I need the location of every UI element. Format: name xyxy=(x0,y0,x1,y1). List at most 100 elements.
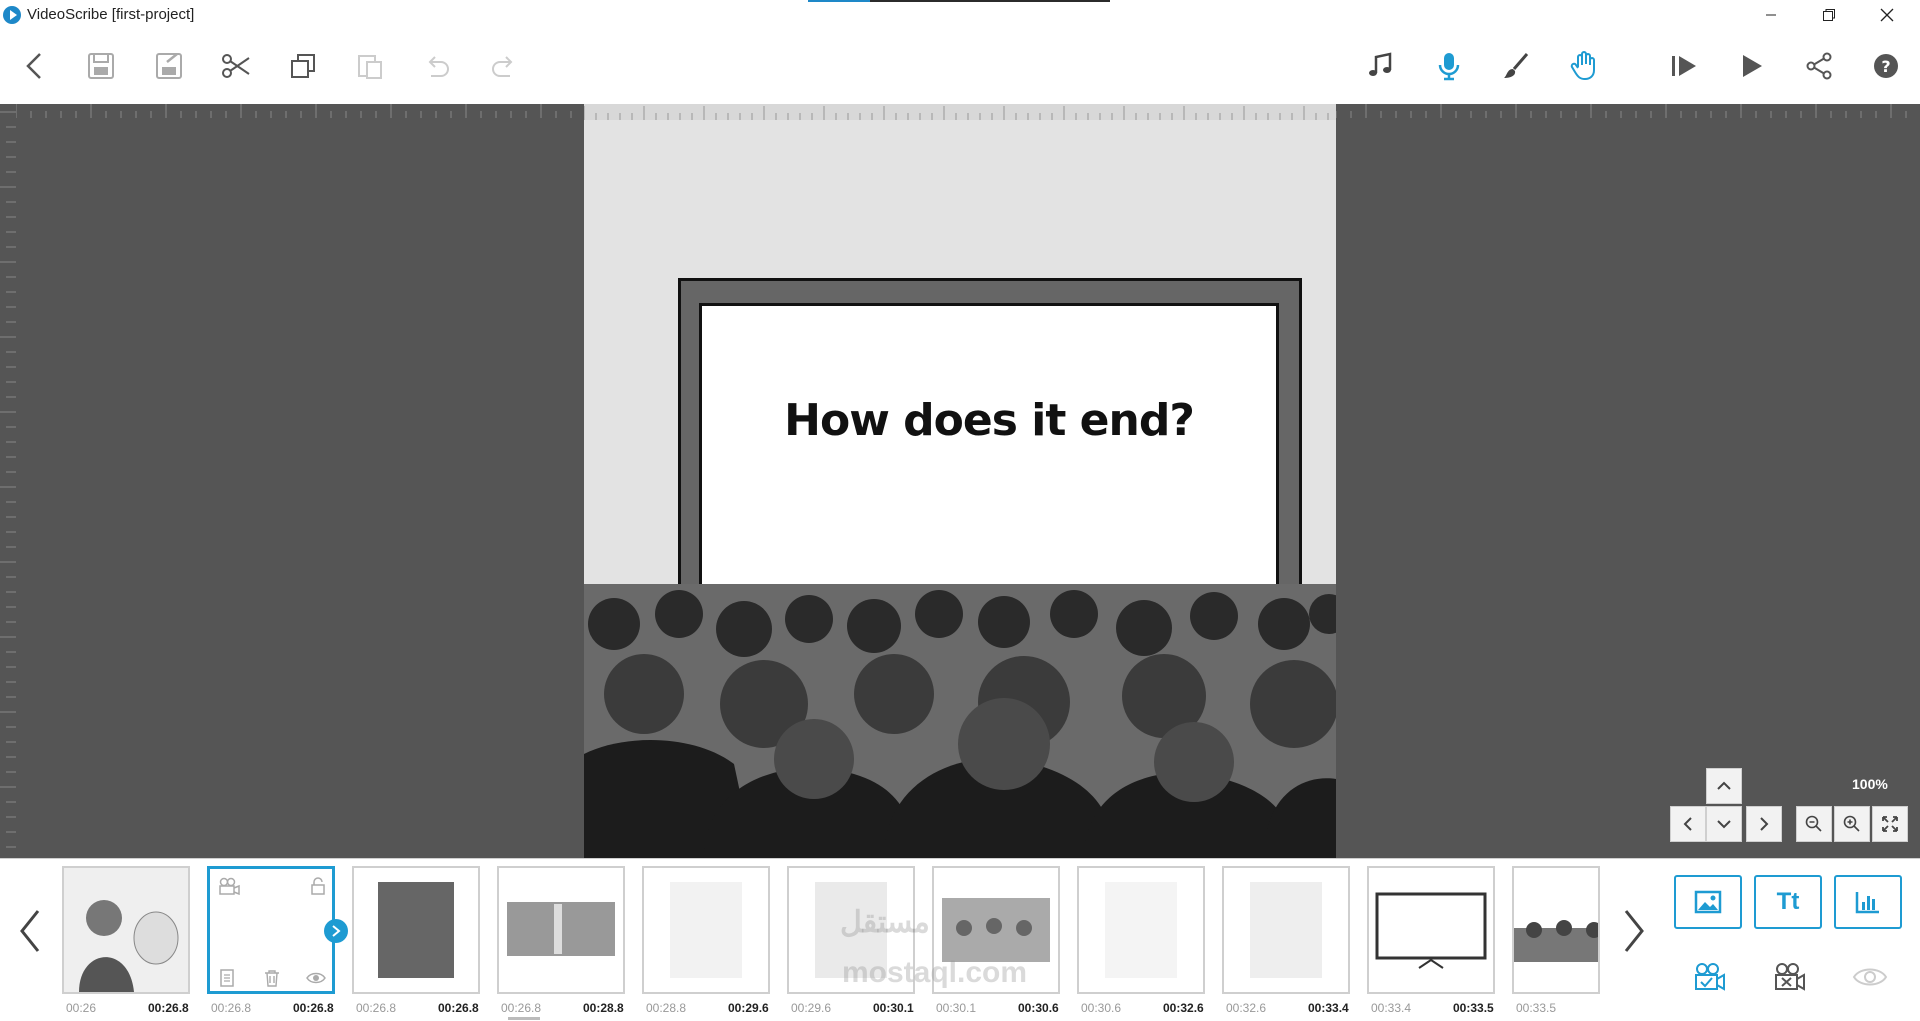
copy-icon xyxy=(291,54,315,78)
set-camera-button[interactable] xyxy=(1690,959,1730,995)
item-end-time: 00:33.4 xyxy=(1308,1001,1349,1015)
title-bar: VideoScribe [first-project] xyxy=(0,0,1920,30)
item-end-time: 00:30.6 xyxy=(1018,1001,1059,1015)
item-start-time: 00:30.1 xyxy=(936,1001,977,1015)
chevron-down-icon xyxy=(1717,820,1731,829)
play-button[interactable] xyxy=(1729,44,1773,88)
minimize-icon xyxy=(1766,14,1776,16)
properties-icon[interactable] xyxy=(220,969,234,987)
camera-icon[interactable] xyxy=(218,877,240,895)
timeline-item[interactable] xyxy=(642,866,770,994)
voiceover-button[interactable] xyxy=(1427,44,1471,88)
music-icon xyxy=(1369,52,1392,76)
expand-item-button[interactable] xyxy=(324,919,348,943)
watermark-latin: mostaql.com xyxy=(842,956,1028,989)
timeline-item[interactable] xyxy=(1222,866,1350,994)
item-start-time: 00:29.6 xyxy=(791,1001,832,1015)
pan-down-button[interactable] xyxy=(1706,806,1742,842)
music-button[interactable] xyxy=(1358,44,1402,88)
minimize-button[interactable] xyxy=(1748,0,1794,30)
redo-icon xyxy=(492,56,513,77)
screen-text[interactable]: How does it end? xyxy=(784,395,1195,446)
save-as-icon xyxy=(156,53,182,79)
timeline-item[interactable] xyxy=(497,866,625,994)
chevron-left-icon xyxy=(1683,817,1692,831)
undo-icon xyxy=(428,56,449,77)
undo-button[interactable] xyxy=(415,44,459,88)
copy-button[interactable] xyxy=(281,44,325,88)
paste-button[interactable] xyxy=(348,44,392,88)
timeline-item[interactable] xyxy=(1367,866,1495,994)
canvas-ruler xyxy=(584,104,1336,120)
scene-canvas[interactable]: How does it end? xyxy=(584,104,1336,858)
zoom-in-button[interactable] xyxy=(1834,806,1870,842)
item-start-time: 00:26.8 xyxy=(501,1001,542,1015)
timeline-prev-button[interactable] xyxy=(10,901,50,961)
help-button[interactable]: ? xyxy=(1864,44,1908,88)
preview-camera-button[interactable] xyxy=(1850,959,1890,995)
fit-screen-button[interactable] xyxy=(1872,806,1908,842)
add-text-button[interactable]: Tt xyxy=(1754,875,1822,929)
item-end-time: 00:32.6 xyxy=(1163,1001,1204,1015)
item-end-time: 00:26.8 xyxy=(148,1001,189,1015)
item-end-time: 00:28.8 xyxy=(583,1001,624,1015)
item-start-time: 00:26.8 xyxy=(211,1001,252,1015)
back-icon xyxy=(26,53,41,79)
item-start-time: 00:32.6 xyxy=(1226,1001,1267,1015)
save-as-button[interactable] xyxy=(147,44,191,88)
item-end-time: 00:26.8 xyxy=(438,1001,479,1015)
save-icon xyxy=(88,53,114,79)
cut-button[interactable] xyxy=(214,44,258,88)
timeline-item[interactable] xyxy=(352,866,480,994)
timeline-next-button[interactable] xyxy=(1614,901,1654,961)
item-end-time: 00:26.8 xyxy=(293,1001,334,1015)
pan-left-button[interactable] xyxy=(1670,806,1706,842)
eye-icon[interactable] xyxy=(306,971,326,985)
zoom-out-button[interactable] xyxy=(1796,806,1832,842)
timeline-item[interactable] xyxy=(62,866,190,994)
help-icon: ? xyxy=(1874,54,1898,78)
videoscribe-logo-icon xyxy=(3,6,21,24)
chevron-right-icon xyxy=(1760,817,1769,831)
chevron-left-icon xyxy=(20,910,40,952)
timeline-item-selected[interactable] xyxy=(207,866,335,994)
eye-icon xyxy=(1852,968,1888,986)
item-end-time: 00:33.5 xyxy=(1453,1001,1494,1015)
hand-button[interactable] xyxy=(1562,44,1606,88)
item-start-time: 00:33.4 xyxy=(1371,1001,1412,1015)
pan-up-button[interactable] xyxy=(1706,768,1742,804)
brush-button[interactable] xyxy=(1494,44,1538,88)
delete-icon[interactable] xyxy=(264,969,280,987)
watermark-arabic: مستقل xyxy=(840,906,930,939)
loading-progress-bar xyxy=(808,0,1110,2)
audience-crowd-image[interactable] xyxy=(584,584,1336,858)
lock-icon[interactable] xyxy=(310,877,326,895)
chevron-up-icon xyxy=(1717,781,1731,790)
timeline-panel: 00:26 00:26.8 00:26.8 00:26.8 00:26.8 00:26.8… xyxy=(0,858,1920,1021)
back-button[interactable] xyxy=(12,44,56,88)
restore-button[interactable] xyxy=(1806,0,1852,30)
pan-right-button[interactable] xyxy=(1746,806,1782,842)
add-chart-button[interactable] xyxy=(1834,875,1902,929)
cut-icon xyxy=(222,54,250,78)
close-icon xyxy=(1880,8,1894,22)
save-button[interactable] xyxy=(79,44,123,88)
item-start-time: 00:26 xyxy=(66,1001,97,1015)
item-end-time: 00:29.6 xyxy=(728,1001,769,1015)
item-start-time: 00:26.8 xyxy=(356,1001,397,1015)
chevron-right-icon xyxy=(1624,910,1644,952)
clear-camera-button[interactable] xyxy=(1770,959,1810,995)
redo-button[interactable] xyxy=(482,44,526,88)
add-image-button[interactable] xyxy=(1674,875,1742,929)
image-icon xyxy=(1694,890,1722,914)
close-button[interactable] xyxy=(1864,0,1910,30)
timeline-item[interactable] xyxy=(1512,866,1600,994)
play-from-selected-button[interactable] xyxy=(1662,44,1706,88)
share-icon xyxy=(1806,52,1832,80)
chevron-right-icon xyxy=(332,925,341,937)
camera-clear-icon xyxy=(1775,963,1805,991)
item-start-time: 00:33.5 xyxy=(1516,1001,1557,1015)
timeline-item[interactable] xyxy=(1077,866,1205,994)
item-end-time: 00:30.1 xyxy=(873,1001,914,1015)
share-button[interactable] xyxy=(1797,44,1841,88)
